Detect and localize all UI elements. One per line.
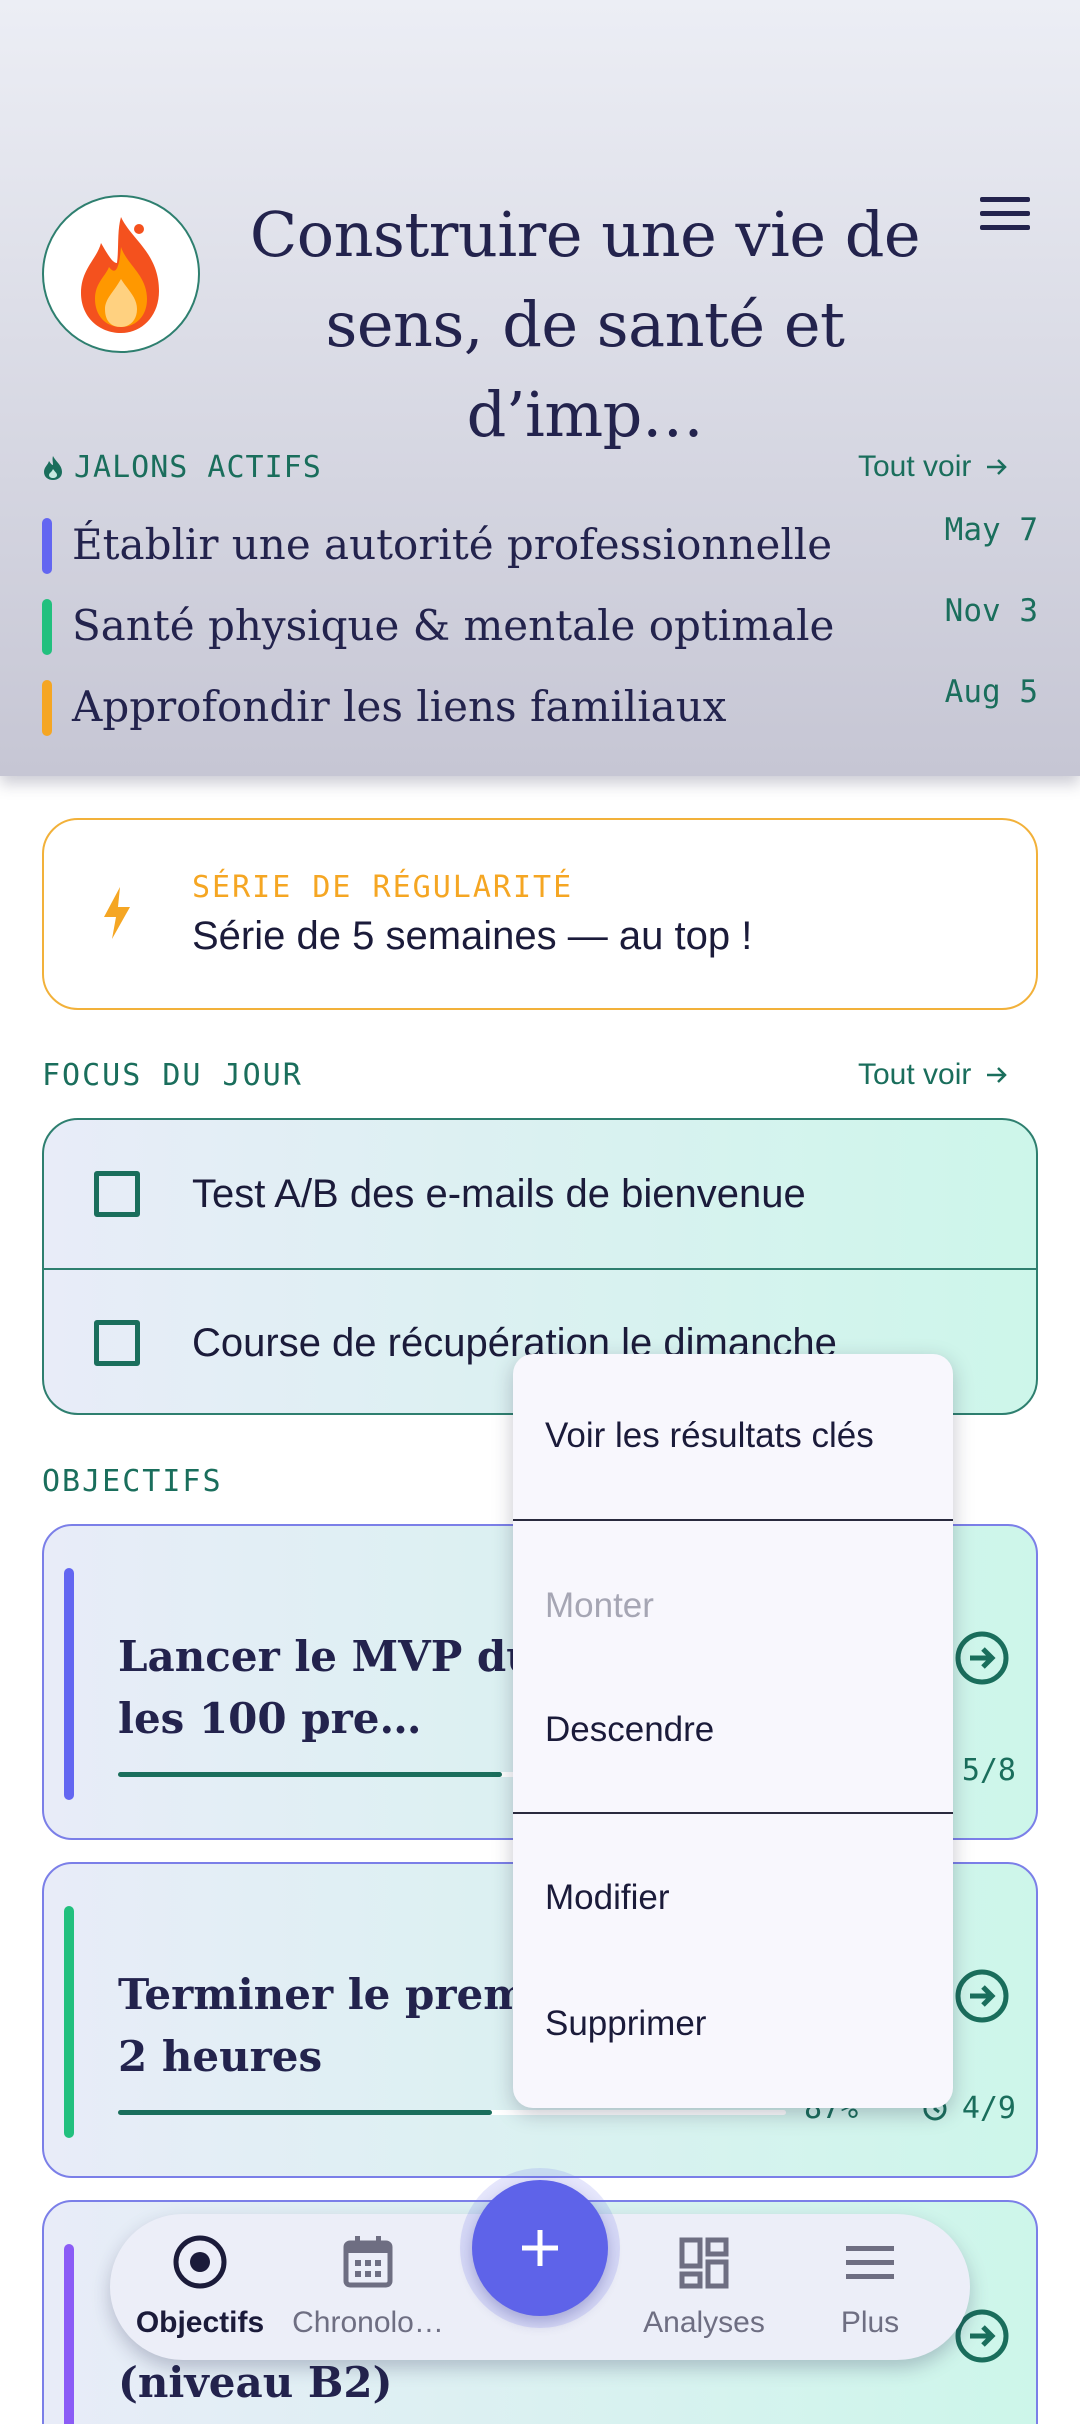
goal-count: 5/8 — [962, 1753, 1016, 1788]
tab-label: Chronolo… — [292, 2306, 444, 2339]
tab-analyses[interactable]: Analyses — [614, 2214, 794, 2360]
tab-plus[interactable]: Plus — [780, 2214, 960, 2360]
arrow-right-icon — [987, 1067, 1008, 1083]
milestones-see-all-link[interactable]: Tout voir — [858, 450, 1009, 484]
menu-icon — [846, 2246, 894, 2279]
milestone-label: Approfondir les liens familiaux — [72, 682, 727, 731]
goal-count-text: 5/8 — [961, 1753, 1016, 1788]
milestone-label: Santé physique & mentale optimale — [72, 601, 835, 650]
milestone-color-bar — [42, 518, 52, 574]
menu-line — [980, 197, 1030, 202]
tab-objectifs[interactable]: Objectifs — [110, 2214, 290, 2360]
milestone-item[interactable]: Santé physique & mentale optimale Nov 3 — [42, 593, 1038, 655]
milestone-item[interactable]: Établir une autorité professionnelle May… — [42, 512, 1038, 574]
milestone-label: Établir une autorité professionnelle — [72, 520, 833, 569]
see-all-label: Tout voir — [858, 1058, 972, 1091]
goal-progress-bar — [118, 2110, 786, 2115]
menu-item-move-down[interactable]: Descendre — [545, 1710, 714, 1750]
arrow-right-icon — [987, 459, 1008, 475]
hamburger-menu-button[interactable] — [980, 195, 1032, 235]
calendar-icon — [343, 2236, 393, 2288]
focus-section-label: FOCUS DU JOUR — [42, 1058, 303, 1093]
goal-progress-fill — [118, 2110, 493, 2115]
tab-chronologie[interactable]: Chronolo… — [278, 2214, 458, 2360]
tab-label: Plus — [840, 2306, 900, 2339]
flame-icon — [81, 217, 159, 333]
app-logo[interactable] — [42, 195, 200, 353]
streak-card[interactable]: SÉRIE DE RÉGULARITÉ Série de 5 semaines … — [42, 818, 1038, 1010]
context-menu: Voir les résultats clés Monter Descendre… — [513, 1354, 953, 2108]
menu-divider — [513, 1519, 953, 1521]
streak-label: SÉRIE DE RÉGULARITÉ — [192, 870, 574, 905]
arrow-circle-right-icon[interactable] — [954, 1968, 1010, 2024]
menu-line — [980, 211, 1030, 216]
menu-divider — [513, 1812, 953, 1814]
arrow-circle-right-icon[interactable] — [954, 1630, 1010, 1686]
goal-color-bar — [64, 1568, 74, 1800]
focus-task-row[interactable]: Test A/B des e-mails de bienvenue — [44, 1120, 1036, 1268]
add-goal-button[interactable] — [472, 2180, 608, 2316]
goal-color-bar — [64, 1906, 74, 2138]
tab-label: Objectifs — [135, 2306, 265, 2339]
page-title: Construire une vie de sens, de santé et … — [249, 198, 921, 451]
fire-small-icon — [44, 455, 62, 480]
see-all-label: Tout voir — [858, 450, 972, 483]
goal-color-bar — [64, 2244, 74, 2424]
menu-item-edit[interactable]: Modifier — [545, 1878, 669, 1918]
lightning-icon — [104, 887, 130, 939]
target-icon — [173, 2235, 227, 2289]
streak-value: Série de 5 semaines — au top ! — [192, 914, 753, 958]
task-label: Test A/B des e-mails de bienvenue — [192, 1171, 806, 1216]
focus-see-all-link[interactable]: Tout voir — [858, 1058, 1009, 1092]
milestone-item[interactable]: Approfondir les liens familiaux Aug 5 — [42, 674, 1038, 736]
task-checkbox[interactable] — [94, 1171, 140, 1217]
milestones-header: JALONS ACTIFS — [42, 450, 322, 485]
milestone-date: May 7 — [944, 512, 1038, 548]
dashboard-icon — [679, 2237, 729, 2289]
header: Construire une vie de sens, de santé et … — [0, 0, 1080, 776]
milestone-color-bar — [42, 599, 52, 655]
tab-label: Analyses — [643, 2306, 765, 2339]
menu-item-view-results[interactable]: Voir les résultats clés — [545, 1416, 874, 1456]
plus-icon — [522, 2230, 558, 2266]
menu-line — [980, 225, 1030, 230]
milestones-section-label: JALONS ACTIFS — [74, 450, 322, 485]
milestone-date: Aug 5 — [944, 674, 1038, 710]
goal-title: (niveau B2) — [118, 2358, 393, 2407]
goal-progress-fill — [118, 1772, 503, 1777]
milestone-color-bar — [42, 680, 52, 736]
task-checkbox[interactable] — [94, 1320, 140, 1366]
goal-count-text: 4/9 — [961, 2091, 1016, 2126]
menu-item-delete[interactable]: Supprimer — [545, 2004, 706, 2044]
milestone-date: Nov 3 — [944, 593, 1038, 629]
menu-item-move-up: Monter — [545, 1586, 654, 1625]
goals-section-label: OBJECTIFS — [42, 1464, 223, 1499]
